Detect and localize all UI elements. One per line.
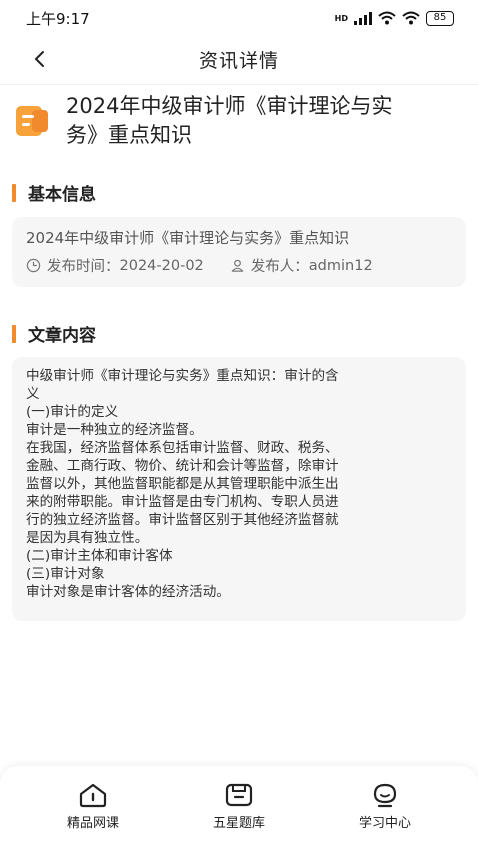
content-line: (二)审计主体和审计客体	[26, 548, 173, 564]
content-line: 审计对象是审计客体的经济活动。	[26, 584, 230, 600]
article-header: 2024年中级审计师《审计理论与实 务》重点知识	[14, 92, 466, 150]
question-bank-icon	[225, 783, 253, 807]
tab-question-bank[interactable]: 五星题库	[179, 766, 299, 850]
publisher-label: 发布人：	[250, 259, 309, 275]
content-line: 审计是一种独立的经济监督。	[26, 422, 203, 438]
section-title-content: 文章内容	[12, 321, 96, 346]
document-icon	[16, 106, 48, 136]
status-icons: HD 85	[334, 10, 454, 26]
content-line: 在我国，经济监督体系包括审计监督、财政、税务、	[26, 440, 339, 456]
wifi-icon-secondary	[402, 11, 420, 25]
section-title-text: 文章内容	[28, 326, 96, 346]
nav-divider	[0, 84, 478, 85]
content-line: 监督以外，其他监督职能都是从其管理职能中派生出	[26, 476, 339, 492]
article-title: 2024年中级审计师《审计理论与实 务》重点知识	[66, 92, 392, 150]
tab-label: 精品网课	[66, 816, 119, 831]
clock-icon	[26, 258, 41, 273]
nav-bar: 资讯详情	[0, 36, 478, 82]
publisher-value: admin12	[308, 257, 373, 274]
publish-time-value: 2024-20-02	[119, 257, 204, 274]
info-article-title: 2024年中级审计师《审计理论与实务》重点知识	[26, 229, 350, 247]
basic-info-card: 2024年中级审计师《审计理论与实务》重点知识 发布时间： 2024-20-02 …	[12, 217, 466, 287]
info-meta: 发布时间： 2024-20-02 发布人： admin12	[26, 255, 452, 276]
status-bar: 上午9:17 HD 85	[0, 0, 478, 36]
content-line: (一)审计的定义	[26, 404, 119, 420]
back-button[interactable]	[22, 42, 56, 76]
user-icon	[231, 259, 244, 272]
home-icon	[79, 783, 107, 808]
publish-time: 发布时间： 2024-20-02	[26, 255, 204, 276]
tab-premium-courses[interactable]: 精品网课	[33, 766, 153, 850]
content-line: 中级审计师《审计理论与实务》重点知识：审计的含	[26, 368, 339, 384]
signal-icon	[354, 11, 372, 25]
content-line: 来的附带职能。审计监督是由专门机构、专职人员进	[26, 494, 339, 510]
section-accent-bar	[12, 324, 16, 343]
section-title-basic-info: 基本信息	[12, 180, 96, 205]
article-title-line: 务》重点知识	[66, 123, 192, 147]
wifi-icon	[378, 11, 396, 25]
article-content-card: 中级审计师《审计理论与实务》重点知识：审计的含 义 (一)审计的定义 审计是一种…	[12, 357, 466, 621]
network-type-label: HD	[334, 13, 348, 23]
status-time: 上午9:17	[26, 9, 90, 28]
tab-learning-center[interactable]: 学习中心	[325, 766, 445, 850]
content-line: 金融、工商行政、物价、统计和会计等监督，除审计	[26, 458, 339, 474]
content-line: (三)审计对象	[26, 566, 105, 582]
content-line: 行的独立经济监督。审计监督区别于其他经济监督就	[26, 512, 339, 528]
content-line: 是因为具有独立性。	[26, 530, 149, 546]
bottom-tab-bar: 精品网课 五星题库 学习中心	[0, 766, 478, 850]
publish-time-label: 发布时间：	[47, 259, 120, 275]
tab-label: 学习中心	[358, 816, 411, 831]
content-line: 义	[26, 386, 40, 402]
battery-icon: 85	[426, 10, 454, 26]
profile-face-icon	[373, 783, 397, 808]
article-title-line: 2024年中级审计师《审计理论与实	[66, 94, 393, 118]
page-title: 资讯详情	[198, 49, 279, 72]
publisher: 发布人： admin12	[230, 255, 373, 276]
tab-label: 五星题库	[212, 816, 265, 831]
section-title-text: 基本信息	[28, 185, 96, 205]
section-accent-bar	[12, 183, 16, 202]
chevron-left-icon	[35, 51, 44, 67]
